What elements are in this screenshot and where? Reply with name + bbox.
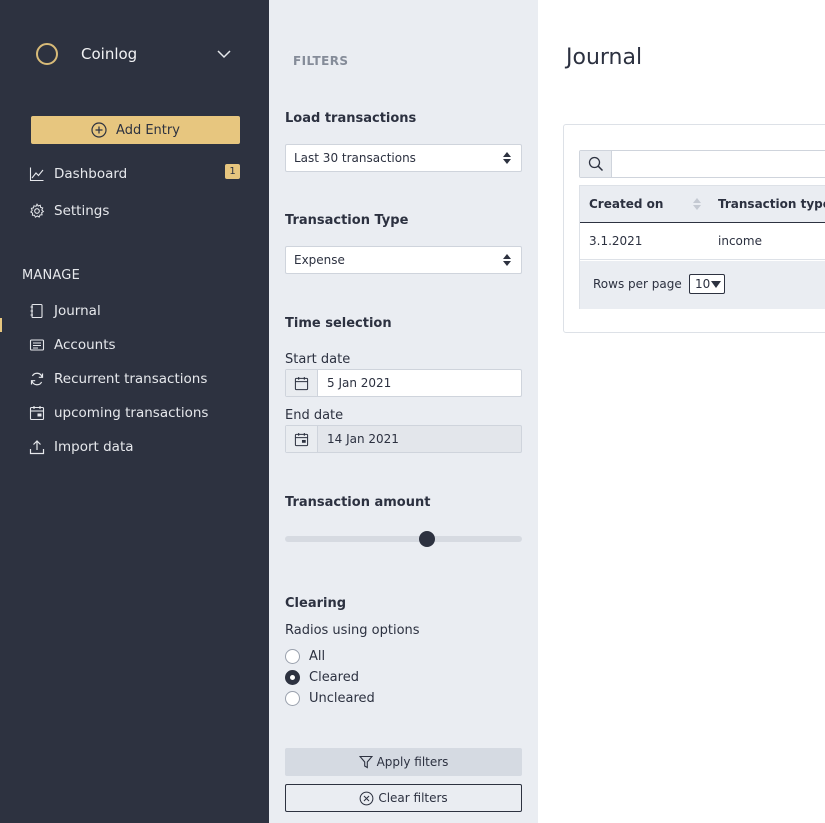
caret-down-icon [711,281,721,288]
radio-uncleared[interactable]: Uncleared [285,691,375,706]
journal-card: Created on Transaction type 3.1.2021 inc… [563,124,825,333]
sort-icon[interactable] [693,197,701,211]
sidebar-item-dashboard[interactable]: Dashboard [29,164,127,184]
sort-arrows-icon [503,152,511,164]
sidebar-item-label: Settings [54,203,110,219]
cell-transaction-type: income [718,234,762,248]
start-date-field[interactable]: 5 Jan 2021 [285,369,522,397]
end-date-label: End date [285,408,344,423]
add-entry-label: Add Entry [116,122,180,138]
calendar-icon[interactable] [286,370,318,396]
chart-line-icon [29,167,44,182]
gear-icon [30,203,45,218]
chevron-down-icon[interactable] [216,46,232,62]
radio-label: All [309,649,326,664]
radio-button[interactable] [285,649,300,664]
sidebar-item-recurrent-transactions[interactable]: Recurrent transactions [29,369,207,389]
radio-label: Cleared [309,670,359,685]
clear-filters-label: Clear filters [378,791,448,805]
sidebar-item-label: Journal [54,303,101,319]
page-title: Journal [566,45,643,70]
app-logo-icon [36,43,58,65]
table-row[interactable]: 3.1.2021 income [580,223,825,260]
search-input[interactable] [612,151,825,177]
calendar-icon[interactable] [286,426,318,452]
radio-all[interactable]: All [285,649,325,664]
sidebar-item-label: upcoming transactions [54,405,209,421]
time-selection-label: Time selection [285,316,392,331]
search-bar[interactable] [579,150,825,178]
radio-label: Uncleared [309,691,375,706]
main-content: Journal Created on Transaction type 3.1.… [538,0,825,823]
plus-circle-icon [91,122,107,138]
radio-button[interactable] [285,691,300,706]
clearing-label: Clearing [285,596,347,611]
start-date-value: 5 Jan 2021 [327,376,392,390]
clear-filters-button[interactable]: Clear filters [285,784,522,812]
sidebar-item-label: Accounts [54,337,116,353]
rows-per-page-select[interactable]: 10 [689,274,725,294]
apply-filters-button[interactable]: Apply filters [285,748,522,776]
table-header: Created on Transaction type [580,186,825,223]
upload-icon [29,440,45,455]
radio-button[interactable] [285,670,300,685]
add-entry-button[interactable]: Add Entry [31,116,240,144]
search-icon[interactable] [580,151,612,177]
app-name: Coinlog [81,45,138,63]
transaction-amount-label: Transaction amount [285,495,431,510]
rows-per-page-value: 10 [695,277,711,291]
refresh-icon [30,372,44,386]
list-card-icon [29,339,45,351]
sidebar-item-journal[interactable]: Journal [29,301,101,321]
load-transactions-value: Last 30 transactions [294,151,416,165]
radio-cleared[interactable]: Cleared [285,670,359,685]
notebook-icon [30,303,43,319]
transaction-type-value: Expense [294,253,345,267]
dashboard-count-badge: 1 [225,164,240,179]
table-footer: Rows per page 10 [580,261,825,309]
sidebar-item-upcoming-transactions[interactable]: upcoming transactions [29,403,208,423]
filters-panel: FILTERS Load transactions Last 30 transa… [269,0,538,823]
transaction-type-select[interactable]: Expense [285,246,522,274]
cell-created-on: 3.1.2021 [589,234,643,248]
end-date-value: 14 Jan 2021 [327,432,399,446]
radios-caption: Radios using options [285,623,420,638]
close-circle-icon [359,791,374,805]
filter-icon [358,755,373,769]
calendar-icon [29,406,45,421]
column-header-created-on[interactable]: Created on [589,197,663,211]
load-transactions-select[interactable]: Last 30 transactions [285,144,522,172]
active-edge-marker [0,318,2,332]
sort-arrows-icon [503,254,511,266]
app-switcher[interactable]: Coinlog [36,43,236,65]
sidebar-item-label: Dashboard [54,166,128,182]
journal-table: Created on Transaction type 3.1.2021 inc… [579,185,825,309]
amount-slider-track[interactable] [285,536,522,542]
amount-slider-thumb[interactable] [419,531,436,547]
column-header-transaction-type[interactable]: Transaction type [718,197,825,211]
start-date-label: Start date [285,352,351,367]
load-transactions-label: Load transactions [285,111,417,126]
filters-title: FILTERS [293,54,349,68]
sidebar-item-label: Recurrent transactions [54,371,208,387]
rows-per-page-label: Rows per page [593,277,682,291]
sidebar: Coinlog Add Entry Dashboard 1 Settings M… [0,0,269,823]
sidebar-item-settings[interactable]: Settings [29,201,109,221]
transaction-type-label: Transaction Type [285,213,409,228]
sidebar-item-label: Import data [54,439,134,455]
manage-section-heading: MANAGE [22,268,80,283]
sidebar-item-import-data[interactable]: Import data [29,437,134,457]
sidebar-item-accounts[interactable]: Accounts [29,335,116,355]
apply-filters-label: Apply filters [376,755,449,769]
end-date-field[interactable]: 14 Jan 2021 [285,425,522,453]
